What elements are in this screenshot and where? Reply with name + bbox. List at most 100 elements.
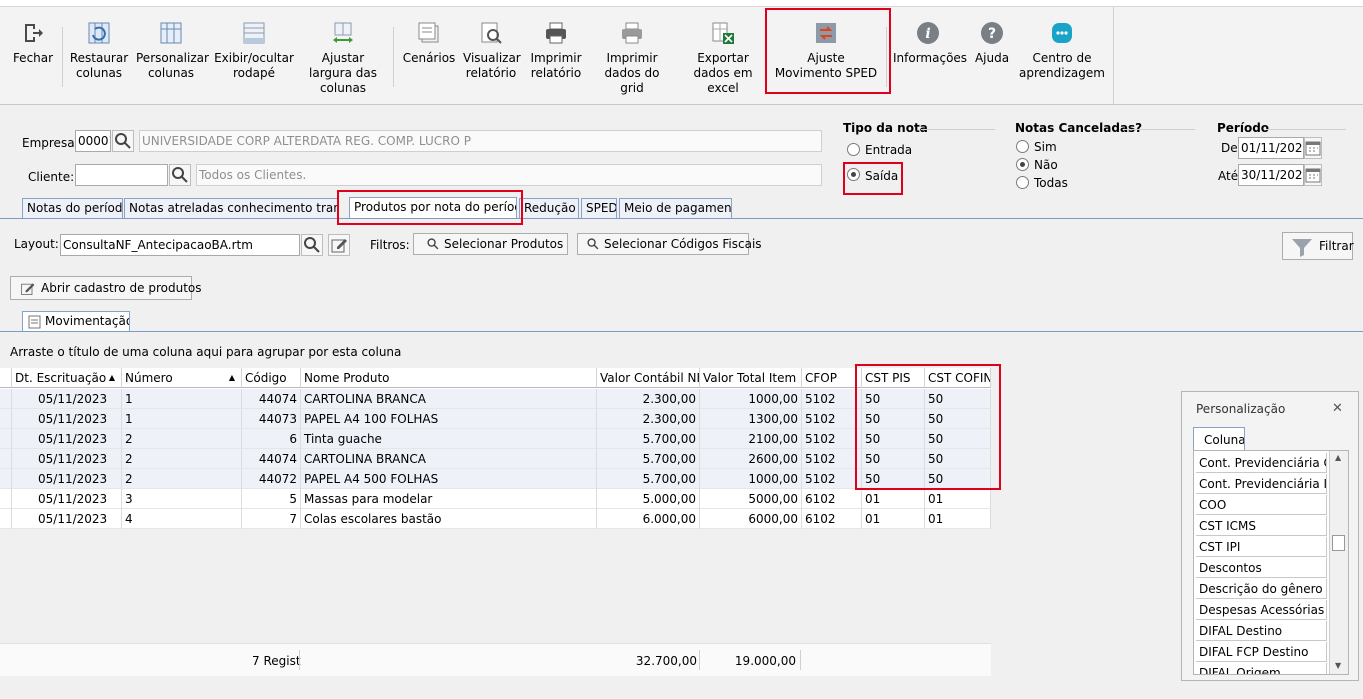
nao-radio[interactable] xyxy=(1016,158,1029,171)
column-list-item[interactable]: Despesas Acessórias xyxy=(1196,600,1327,620)
row-indicator[interactable] xyxy=(0,429,12,449)
table-cell[interactable]: 6 xyxy=(242,429,301,449)
table-cell[interactable]: 44072 xyxy=(242,469,301,489)
help-button[interactable]: ? Ajuda xyxy=(972,13,1012,66)
select-codes-button[interactable]: Selecionar Códigos Fiscais xyxy=(577,233,762,255)
table-cell[interactable]: 01 xyxy=(862,489,925,509)
row-indicator[interactable] xyxy=(0,409,12,429)
table-cell[interactable]: 44074 xyxy=(242,389,301,409)
panel-tab-colunas[interactable]: Colunas xyxy=(1193,427,1245,451)
columns-scrollbar[interactable]: ▲ ▼ xyxy=(1329,451,1348,674)
table-cell[interactable]: Tinta guache xyxy=(301,429,597,449)
restore-columns-button[interactable]: Restaurar colunas xyxy=(68,13,130,81)
export-excel-button[interactable]: Exportar dados em excel xyxy=(680,13,766,96)
cliente-code-input[interactable] xyxy=(75,164,168,186)
table-cell[interactable]: 5 xyxy=(242,489,301,509)
column-header[interactable]: Dt. Escrituação ▲ xyxy=(12,368,122,388)
table-cell[interactable]: 05/11/2023 xyxy=(12,429,122,449)
date-from-picker[interactable] xyxy=(1304,137,1322,159)
table-cell[interactable]: 44074 xyxy=(242,449,301,469)
column-list-item[interactable]: CST ICMS xyxy=(1196,516,1327,536)
column-header[interactable]: Valor Total Item xyxy=(700,368,802,388)
column-list-item[interactable]: CST IPI xyxy=(1196,537,1327,557)
column-list-item[interactable]: Descrição do gênero xyxy=(1196,579,1327,599)
empresa-code-input[interactable]: 00001 xyxy=(75,130,111,152)
table-cell[interactable]: 5102 xyxy=(802,469,862,489)
table-cell[interactable]: 05/11/2023 xyxy=(12,409,122,429)
table-cell[interactable]: 5.700,00 xyxy=(597,429,700,449)
table-cell[interactable]: 5102 xyxy=(802,449,862,469)
scroll-thumb[interactable] xyxy=(1332,535,1345,551)
column-header[interactable]: Nome Produto xyxy=(301,368,597,388)
column-list-item[interactable]: COO xyxy=(1196,495,1327,515)
table-cell[interactable]: 3 xyxy=(122,489,242,509)
column-header[interactable]: CFOP xyxy=(802,368,862,388)
table-cell[interactable]: 5.000,00 xyxy=(597,489,700,509)
tab-sped[interactable]: SPED xyxy=(581,198,617,218)
table-cell[interactable]: 1 xyxy=(122,409,242,429)
row-indicator[interactable] xyxy=(0,509,12,529)
sim-radio[interactable] xyxy=(1016,140,1029,153)
info-button[interactable]: i Informações xyxy=(893,13,967,66)
table-cell[interactable]: 6102 xyxy=(802,489,862,509)
table-cell[interactable]: 5102 xyxy=(802,389,862,409)
print-grid-button[interactable]: Imprimir dados do grid xyxy=(592,13,672,96)
scroll-up-icon[interactable]: ▲ xyxy=(1335,453,1341,462)
row-indicator[interactable] xyxy=(0,449,12,469)
table-cell[interactable]: 5102 xyxy=(802,409,862,429)
column-list-item[interactable]: Cont. Previdenciária Item xyxy=(1196,474,1327,494)
cliente-search-button[interactable] xyxy=(169,164,191,186)
table-cell[interactable]: CARTOLINA BRANCA xyxy=(301,389,597,409)
open-products-button[interactable]: Abrir cadastro de produtos xyxy=(10,276,202,300)
table-cell[interactable]: CARTOLINA BRANCA xyxy=(301,449,597,469)
table-cell[interactable]: Massas para modelar xyxy=(301,489,597,509)
scenarios-button[interactable]: Cenários xyxy=(402,13,456,66)
toggle-footer-button[interactable]: Exibir/ocultar rodapé xyxy=(214,13,294,81)
date-to-input[interactable]: 30/11/2023 xyxy=(1238,164,1304,186)
filter-button[interactable]: Filtrar xyxy=(1282,232,1354,260)
table-cell[interactable]: 01 xyxy=(862,509,925,529)
tab-movimentacao[interactable]: Movimentação xyxy=(22,311,130,332)
date-from-input[interactable]: 01/11/2023 xyxy=(1238,137,1304,159)
scroll-down-icon[interactable]: ▼ xyxy=(1335,661,1341,670)
column-header[interactable]: Valor Contábil NF xyxy=(597,368,700,388)
tab-reducao-z[interactable]: Redução Z xyxy=(519,198,579,218)
table-cell[interactable]: PAPEL A4 500 FOLHAS xyxy=(301,469,597,489)
table-cell[interactable]: 5.700,00 xyxy=(597,449,700,469)
adjust-width-button[interactable]: Ajustar largura das colunas xyxy=(300,13,386,96)
row-indicator[interactable] xyxy=(0,389,12,409)
table-cell[interactable]: 2100,00 xyxy=(700,429,802,449)
table-cell[interactable]: 2 xyxy=(122,429,242,449)
table-cell[interactable]: 5.700,00 xyxy=(597,469,700,489)
table-cell[interactable]: 05/11/2023 xyxy=(12,509,122,529)
column-list-item[interactable]: DIFAL FCP Destino xyxy=(1196,642,1327,662)
tab-notas-periodo[interactable]: Notas do período xyxy=(22,198,123,218)
table-cell[interactable]: 2 xyxy=(122,469,242,489)
entrada-radio[interactable] xyxy=(847,143,860,156)
layout-edit-button[interactable] xyxy=(328,234,350,256)
table-cell[interactable]: 05/11/2023 xyxy=(12,469,122,489)
learning-center-button[interactable]: Centro de aprendizagem xyxy=(1019,13,1105,81)
table-cell[interactable]: PAPEL A4 100 FOLHAS xyxy=(301,409,597,429)
empresa-search-button[interactable] xyxy=(112,130,134,152)
row-indicator[interactable] xyxy=(0,489,12,509)
tab-notas-conhecimento[interactable]: Notas atreladas conhecimento transpor xyxy=(124,198,338,218)
close-icon[interactable]: ✕ xyxy=(1332,401,1343,416)
table-cell[interactable]: 01 xyxy=(925,489,991,509)
tab-meio-pagamento[interactable]: Meio de pagamento xyxy=(619,198,732,218)
table-cell[interactable]: 01 xyxy=(925,509,991,529)
table-cell[interactable]: 5102 xyxy=(802,429,862,449)
select-products-button[interactable]: Selecionar Produtos xyxy=(413,233,568,255)
column-list-item[interactable]: Cont. Previdenciária CFC xyxy=(1196,453,1327,473)
layout-input[interactable]: ConsultaNF_AntecipacaoBA.rtm xyxy=(60,234,300,256)
table-cell[interactable]: 6.000,00 xyxy=(597,509,700,529)
column-header[interactable]: Número ▲ xyxy=(122,368,242,388)
column-list-item[interactable]: DIFAL Destino xyxy=(1196,621,1327,641)
date-to-picker[interactable] xyxy=(1304,164,1322,186)
table-cell[interactable]: 1000,00 xyxy=(700,469,802,489)
table-cell[interactable]: 6000,00 xyxy=(700,509,802,529)
table-cell[interactable]: 2.300,00 xyxy=(597,389,700,409)
table-cell[interactable]: 2 xyxy=(122,449,242,469)
table-cell[interactable]: 05/11/2023 xyxy=(12,389,122,409)
preview-report-button[interactable]: Visualizar relatório xyxy=(463,13,521,81)
